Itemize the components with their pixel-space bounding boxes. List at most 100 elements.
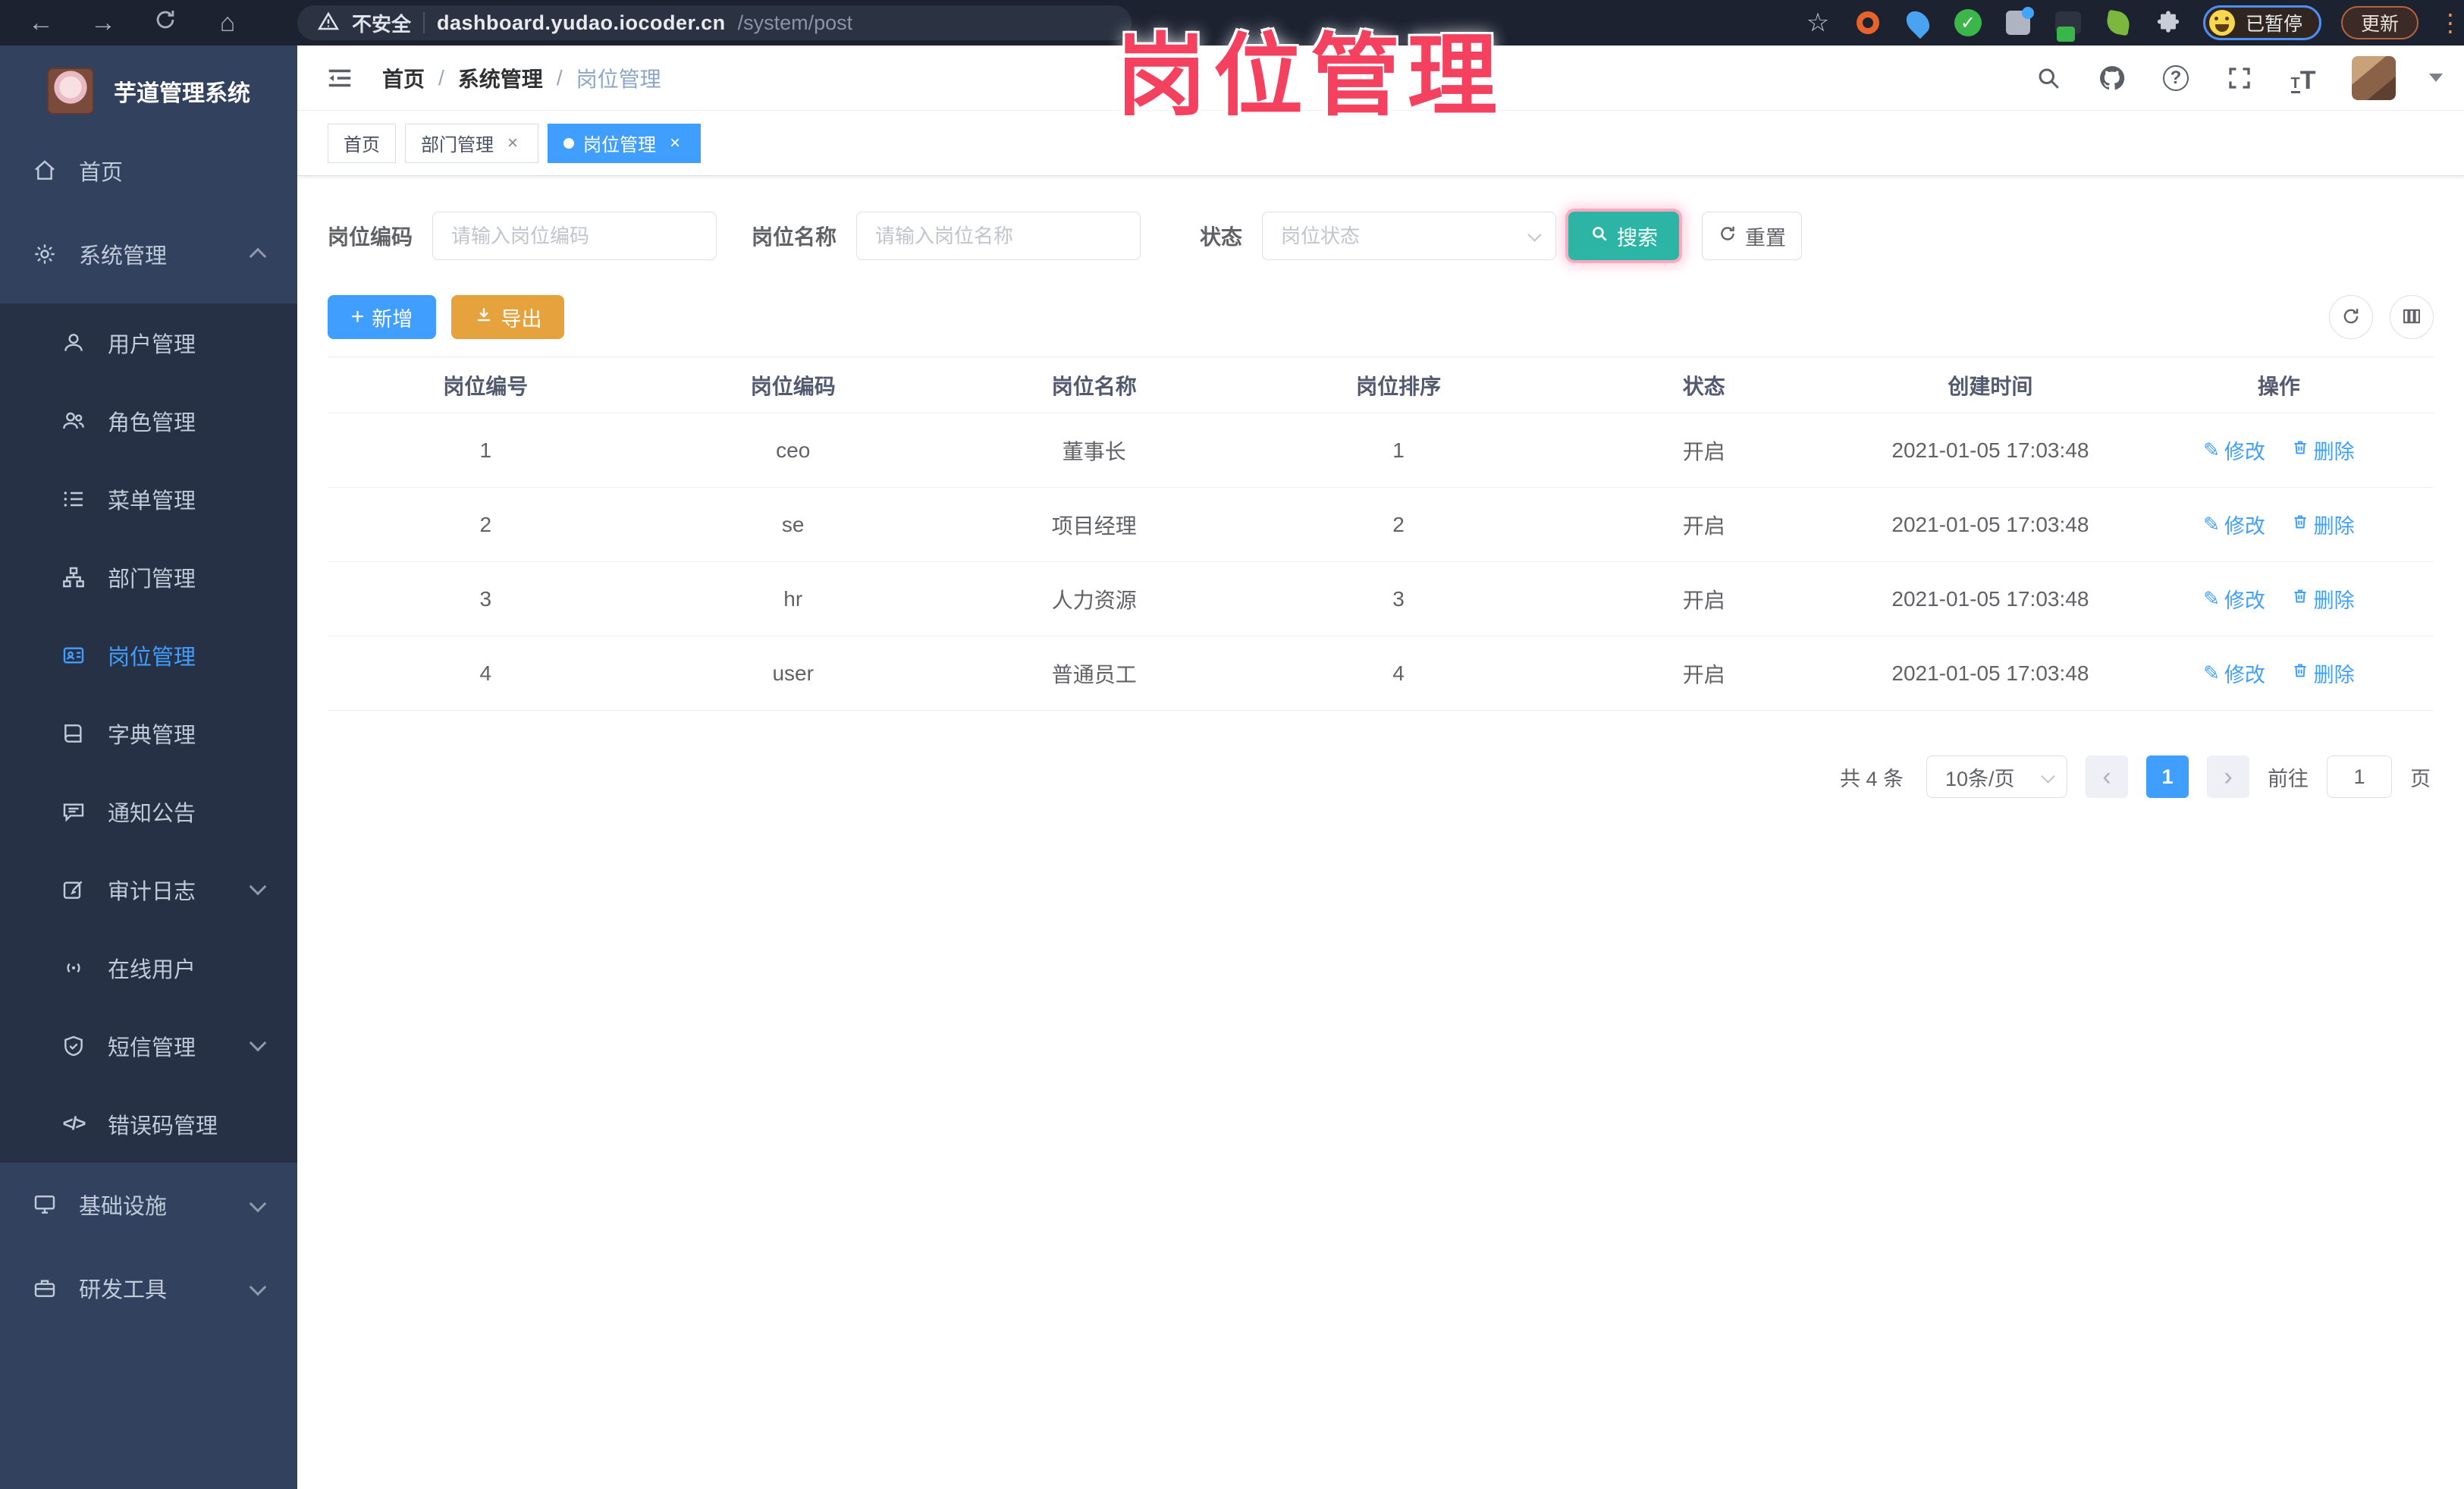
col-header-post-code: 岗位编码: [643, 357, 943, 413]
delete-link[interactable]: 删除: [2291, 584, 2355, 614]
page-size-select[interactable]: 10条/页: [1926, 755, 2067, 798]
next-page-button[interactable]: ›: [2207, 755, 2249, 798]
sidebar-item-label: 岗位管理: [108, 645, 196, 670]
tag-close-icon[interactable]: ×: [503, 133, 523, 153]
delete-link[interactable]: 删除: [2291, 435, 2355, 465]
extension-orange-icon[interactable]: [1853, 8, 1883, 38]
delete-link[interactable]: 删除: [2291, 658, 2355, 688]
cell-post-sort: 3: [1245, 561, 1552, 636]
tag-departments[interactable]: 部门管理 ×: [405, 123, 538, 163]
page-number-1[interactable]: 1: [2146, 755, 2189, 798]
table-header-row: 岗位编号 岗位编码 岗位名称 岗位排序 状态 创建时间 操作: [328, 357, 2434, 413]
sidebar-item-menus[interactable]: 菜单管理: [0, 460, 297, 538]
help-icon[interactable]: ?: [2161, 63, 2191, 93]
sidebar-item-posts[interactable]: 岗位管理: [0, 616, 297, 694]
chevron-down-icon: [249, 1278, 267, 1296]
add-button[interactable]: + 新增: [328, 295, 436, 339]
cell-post-sort: 1: [1245, 413, 1552, 488]
export-button[interactable]: 导出: [451, 295, 564, 339]
tag-label: 岗位管理: [583, 135, 656, 155]
browser-forward-button[interactable]: →: [83, 3, 123, 42]
sidebar-item-sms[interactable]: 短信管理: [0, 1007, 297, 1085]
sidebar-item-departments[interactable]: 部门管理: [0, 538, 297, 616]
table-row: 1 ceo 董事长 1 开启 2021-01-05 17:03:48 ✎ 修改 删…: [328, 413, 2434, 488]
edit-link[interactable]: ✎ 修改: [2203, 510, 2265, 539]
browser-home-button[interactable]: ⌂: [208, 3, 247, 42]
edit-link[interactable]: ✎ 修改: [2203, 435, 2265, 465]
extension-pin-icon[interactable]: [1901, 6, 1935, 39]
browser-menu-kebab-icon[interactable]: ⋮: [2438, 8, 2462, 37]
status-select[interactable]: [1262, 212, 1557, 260]
delete-link[interactable]: 删除: [2291, 510, 2355, 539]
browser-reload-button[interactable]: [146, 3, 185, 42]
table-row: 4 user 普通员工 4 开启 2021-01-05 17:03:48 ✎ 修改…: [328, 636, 2434, 711]
sidebar-item-audit-log[interactable]: 审计日志: [0, 850, 297, 928]
hamburger-icon[interactable]: [323, 61, 356, 95]
sidebar-item-notice[interactable]: 通知公告: [0, 772, 297, 850]
tag-close-icon[interactable]: ×: [665, 133, 685, 153]
edit-link[interactable]: ✎ 修改: [2203, 658, 2265, 688]
address-bar[interactable]: 不安全 dashboard.yudao.iocoder.cn/system/po…: [297, 5, 1132, 40]
bookmark-star-icon[interactable]: ☆: [1803, 8, 1833, 38]
prev-page-button[interactable]: ‹: [2086, 755, 2128, 798]
reset-button[interactable]: 重置: [1702, 212, 1803, 260]
search-button[interactable]: 搜索: [1568, 212, 1680, 260]
font-size-icon[interactable]: TT: [2288, 63, 2318, 93]
cell-post-id: 4: [328, 636, 644, 711]
browser-update-button[interactable]: 更新: [2340, 6, 2418, 39]
extension-leaf-icon[interactable]: [2103, 8, 2133, 38]
search-icon[interactable]: [2033, 63, 2064, 93]
browser-profile-button[interactable]: 已暂停: [2202, 5, 2321, 40]
sidebar-item-online-users[interactable]: 在线用户: [0, 928, 297, 1007]
trash-icon: [2291, 438, 2309, 462]
sidebar-item-infrastructure[interactable]: 基础设施: [0, 1163, 297, 1246]
sidebar-item-error-codes[interactable]: </> 错误码管理: [0, 1085, 297, 1163]
sidebar-item-users[interactable]: 用户管理: [0, 303, 297, 382]
user-icon: [61, 330, 86, 356]
sidebar-item-dict[interactable]: 字典管理: [0, 694, 297, 772]
sidebar-item-label: 系统管理: [79, 244, 168, 269]
sidebar-item-system[interactable]: 系统管理: [0, 205, 297, 303]
cell-status: 开启: [1551, 561, 1857, 636]
post-code-input[interactable]: [432, 212, 717, 260]
column-settings-button[interactable]: [2390, 295, 2434, 339]
breadcrumb-home[interactable]: 首页: [382, 63, 425, 93]
extension-check-icon[interactable]: ✓: [1953, 8, 1983, 38]
status-select-input[interactable]: [1262, 212, 1557, 260]
tag-home[interactable]: 首页: [328, 123, 396, 163]
sidebar-item-label: 错误码管理: [108, 1114, 218, 1139]
table-row: 3 hr 人力资源 3 开启 2021-01-05 17:03:48 ✎ 修改 删…: [328, 561, 2434, 636]
cell-post-name: 董事长: [942, 413, 1246, 488]
extensions-puzzle-icon[interactable]: [2153, 8, 2183, 38]
sidebar-item-home[interactable]: 首页: [0, 137, 297, 205]
total-count-text: 共 4 条: [1839, 767, 1904, 790]
sidebar-item-dev-tools[interactable]: 研发工具: [0, 1246, 297, 1330]
avatar-dropdown-caret-icon[interactable]: [2429, 74, 2443, 82]
refresh-table-button[interactable]: [2329, 295, 2373, 339]
cell-post-sort: 2: [1245, 487, 1552, 562]
extension-grid-icon[interactable]: [2003, 7, 2034, 38]
goto-page-input[interactable]: [2327, 755, 2392, 798]
main-panel: 首页 / 系统管理 / 岗位管理 ? T T 首页 部门管理 × 岗位管理 × …: [297, 46, 2464, 1489]
cell-created-time: 2021-01-05 17:03:48: [1857, 413, 2124, 488]
cell-post-id: 2: [328, 487, 644, 562]
post-name-input[interactable]: [856, 212, 1141, 260]
edit-link[interactable]: ✎ 修改: [2203, 584, 2265, 614]
app-logo[interactable]: 芋道管理系统: [0, 46, 297, 137]
tag-label: 首页: [344, 135, 380, 155]
github-icon[interactable]: [2097, 63, 2127, 93]
browser-chrome: ← → ⌂ 不安全 dashboard.yudao.iocoder.cn/sys…: [0, 0, 2464, 46]
tag-label: 部门管理: [421, 135, 494, 155]
extension-wechat-icon[interactable]: [2053, 8, 2083, 42]
orange-ring-icon: [1856, 11, 1879, 34]
sidebar-item-roles[interactable]: 角色管理: [0, 382, 297, 460]
fullscreen-icon[interactable]: [2224, 63, 2255, 93]
sidebar-item-label: 角色管理: [108, 410, 196, 435]
breadcrumb-system[interactable]: 系统管理: [458, 63, 543, 93]
cell-created-time: 2021-01-05 17:03:48: [1857, 636, 2124, 711]
user-avatar[interactable]: [2352, 55, 2396, 100]
notice-bubble-icon: [61, 799, 86, 825]
tag-posts[interactable]: 岗位管理 ×: [548, 123, 701, 163]
browser-back-button[interactable]: ←: [21, 3, 61, 42]
columns-icon: [2401, 306, 2422, 329]
